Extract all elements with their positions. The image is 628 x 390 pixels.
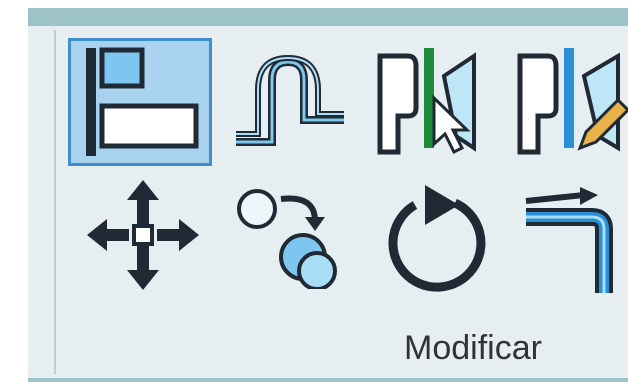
- rotate-icon: [388, 185, 486, 292]
- move-icon: [87, 180, 199, 290]
- offset-button[interactable]: [224, 46, 352, 158]
- split-element-button[interactable]: [370, 46, 496, 158]
- panel-separator: [54, 30, 56, 374]
- copy-button[interactable]: [228, 182, 352, 290]
- offset-icon: [236, 54, 344, 146]
- split-with-gap-button[interactable]: [514, 46, 628, 158]
- align-icon: [86, 47, 199, 156]
- ribbon-bottom-strip: [28, 378, 628, 382]
- move-button[interactable]: [80, 176, 206, 294]
- split-with-gap-icon: [517, 48, 628, 155]
- align-button[interactable]: [68, 38, 212, 166]
- copy-icon: [237, 189, 337, 289]
- trim-extend-icon: [525, 187, 613, 293]
- split-element-icon: [377, 48, 476, 155]
- rotate-button[interactable]: [372, 182, 496, 294]
- trim-extend-button[interactable]: [520, 186, 628, 294]
- ribbon-top-strip: [28, 8, 628, 26]
- panel-label: Modificar: [404, 329, 542, 367]
